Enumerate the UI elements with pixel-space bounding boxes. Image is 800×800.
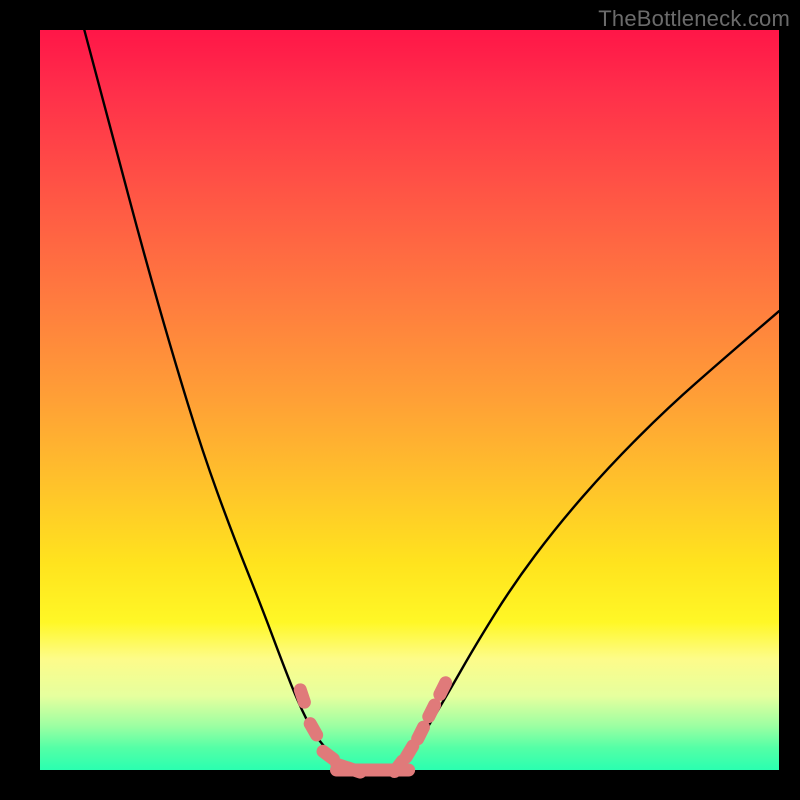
- curve-layer: [40, 30, 779, 770]
- left-curve: [84, 30, 350, 770]
- right-curve: [395, 311, 779, 770]
- watermark-text: TheBottleneck.com: [598, 6, 790, 32]
- optimal-zone-markers: [292, 674, 454, 781]
- chart-frame: TheBottleneck.com: [0, 0, 800, 800]
- optimal-marker: [301, 715, 325, 744]
- plot-area: [40, 30, 779, 770]
